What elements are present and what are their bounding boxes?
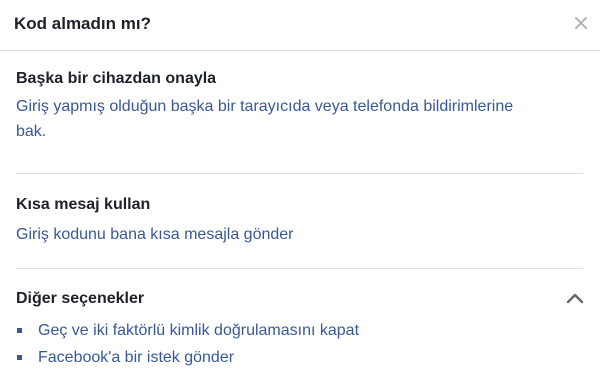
divider <box>16 268 583 269</box>
close-icon[interactable] <box>572 14 590 32</box>
dialog-title: Kod almadın mı? <box>14 14 151 33</box>
sms-section-title: Kısa mesaj kullan <box>16 196 151 213</box>
divider <box>16 173 583 174</box>
other-options-title: Diğer seçenekler <box>16 290 145 307</box>
dialog-header: Kod almadın mı? <box>0 0 600 51</box>
list-item[interactable]: Geç ve iki faktörlü kimlik doğrulamasını… <box>16 317 583 344</box>
list-item[interactable]: Facebook'a bir istek gönder <box>16 344 583 371</box>
disable-2fa-link[interactable]: Geç ve iki faktörlü kimlik doğrulamasını… <box>38 322 359 339</box>
dialog: Kod almadın mı? Başka bir cihazdan onayl… <box>0 0 600 388</box>
sms-section: Kısa mesaj kullan Giriş kodunu bana kısa… <box>16 196 583 247</box>
send-request-link[interactable]: Facebook'a bir istek gönder <box>38 349 234 366</box>
other-options-section: Diğer seçenekler Geç ve iki faktörlü kim… <box>16 290 583 371</box>
bullet-icon <box>17 328 22 333</box>
sms-code-link[interactable]: Giriş kodunu bana kısa mesajla gönder <box>16 222 583 247</box>
device-section-title: Başka bir cihazdan onayla <box>16 70 217 87</box>
other-options-list: Geç ve iki faktörlü kimlik doğrulamasını… <box>16 317 583 371</box>
device-section-text: Giriş yapmış olduğun başka bir tarayıcıd… <box>16 98 514 140</box>
chevron-up-icon[interactable] <box>566 291 584 304</box>
device-section: Başka bir cihazdan onayla Giriş yapmış o… <box>16 70 583 144</box>
bullet-icon <box>17 355 22 360</box>
